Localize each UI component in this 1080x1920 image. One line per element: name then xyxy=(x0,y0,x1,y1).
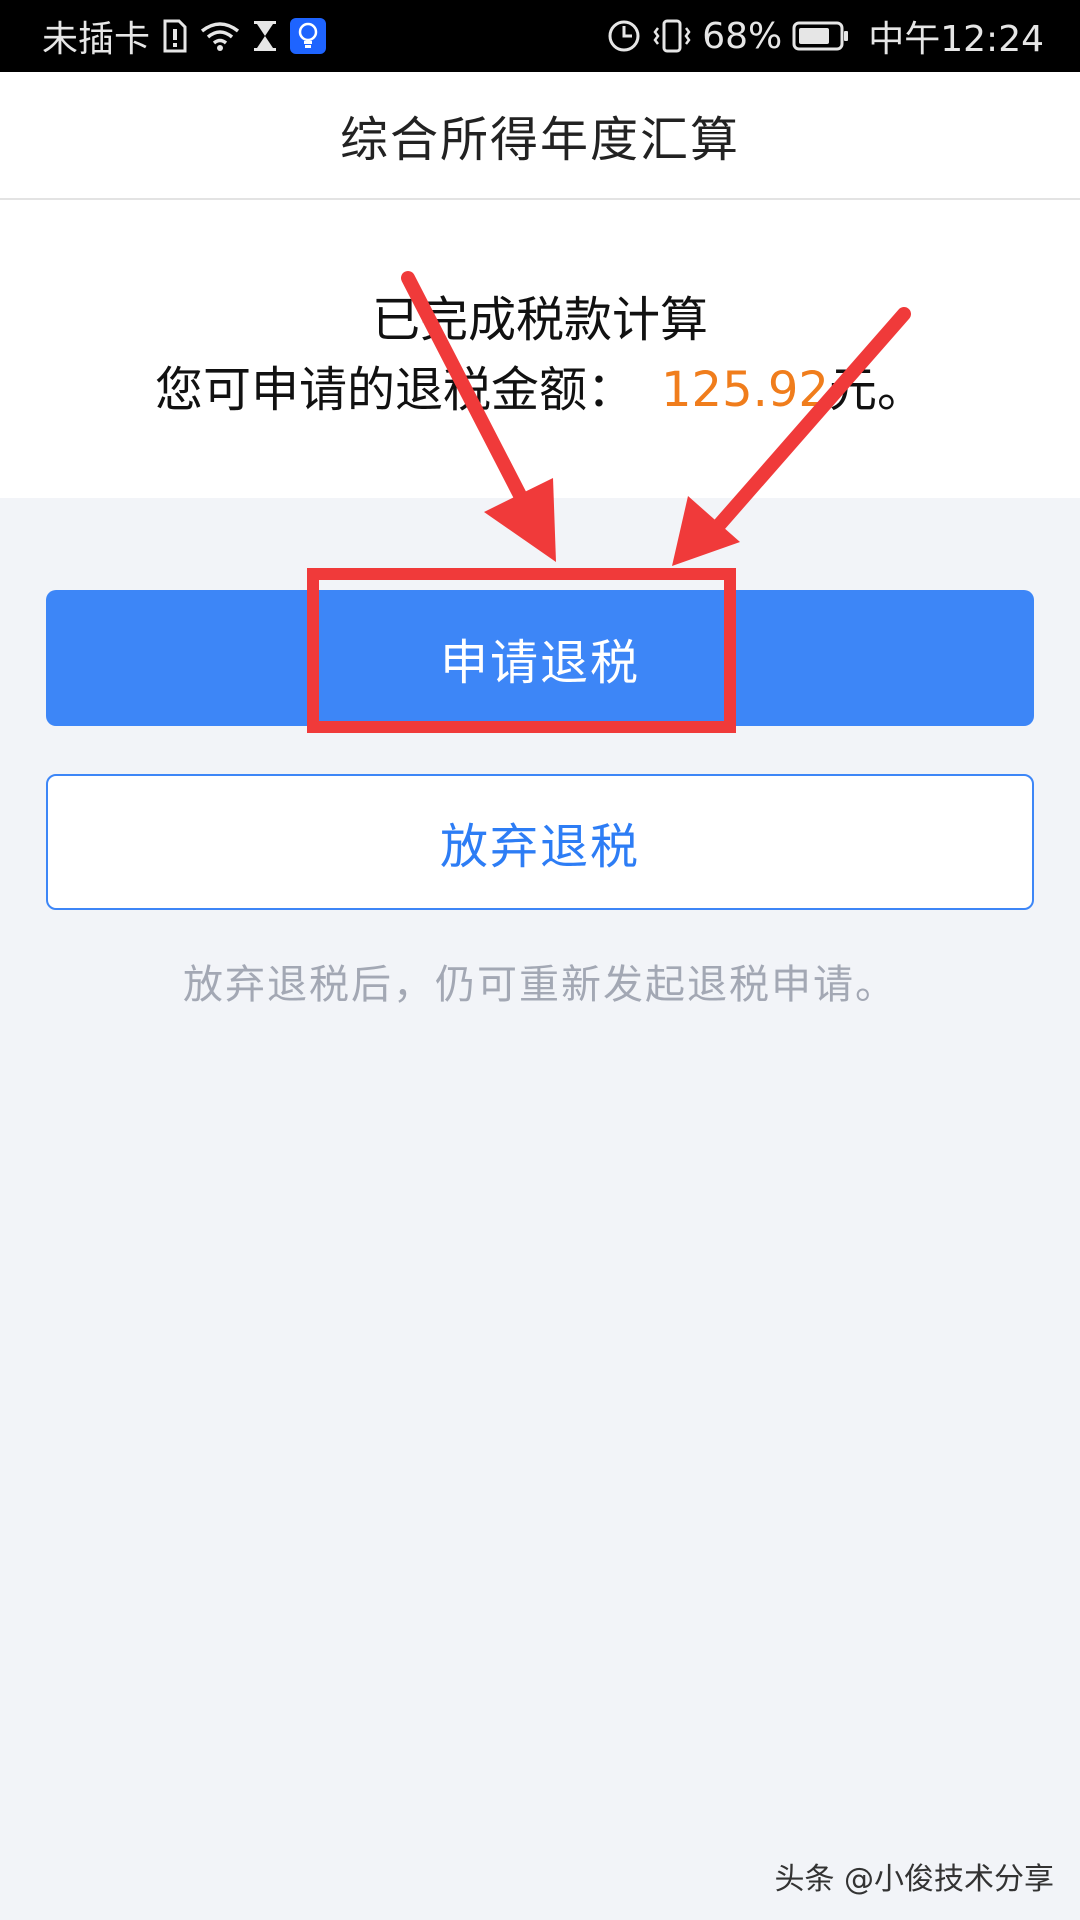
arrow-head-right xyxy=(672,496,740,566)
page-title: 综合所得年度汇算 xyxy=(339,112,740,168)
wifi-icon xyxy=(200,19,240,53)
vibrate-icon xyxy=(652,18,692,54)
status-bar: 未插卡 68% 中午12:24 xyxy=(0,0,1080,72)
give-up-note: 放弃退税后，仍可重新发起退税申请。 xyxy=(183,962,897,1008)
watermark: 头条 @小俊技术分享 xyxy=(774,1862,1054,1897)
give-up-refund-button[interactable]: 放弃退税 xyxy=(46,774,1034,910)
result-card: 已完成税款计算 您可申请的退税金额： 125.92元。 xyxy=(0,200,1080,498)
hourglass-icon xyxy=(252,19,278,53)
status-left: 未插卡 xyxy=(42,0,327,72)
clock: 中午12:24 xyxy=(868,19,1044,60)
refund-amount-label: 您可申请的退税金额： xyxy=(155,362,636,418)
carrier-text: 未插卡 xyxy=(42,19,151,60)
status-right: 68% 中午12:24 xyxy=(606,0,1044,72)
apply-refund-label: 申请退税 xyxy=(439,635,640,691)
give-up-refund-label: 放弃退税 xyxy=(439,819,640,875)
battery-icon xyxy=(792,19,850,53)
battery-percent: 68% xyxy=(702,15,783,57)
refund-amount: 125.92 xyxy=(661,362,829,418)
sim-missing-icon xyxy=(162,19,188,53)
lightbulb-icon xyxy=(290,18,327,54)
calculation-status: 已完成税款计算 xyxy=(371,292,708,348)
amount-unit: 元。 xyxy=(828,362,925,418)
data-saver-icon xyxy=(606,18,642,54)
apply-refund-button[interactable]: 申请退税 xyxy=(46,590,1034,726)
refund-amount-line: 您可申请的退税金额： 125.92元。 xyxy=(0,350,1080,420)
nav-bar: 综合所得年度汇算 xyxy=(0,72,1080,200)
